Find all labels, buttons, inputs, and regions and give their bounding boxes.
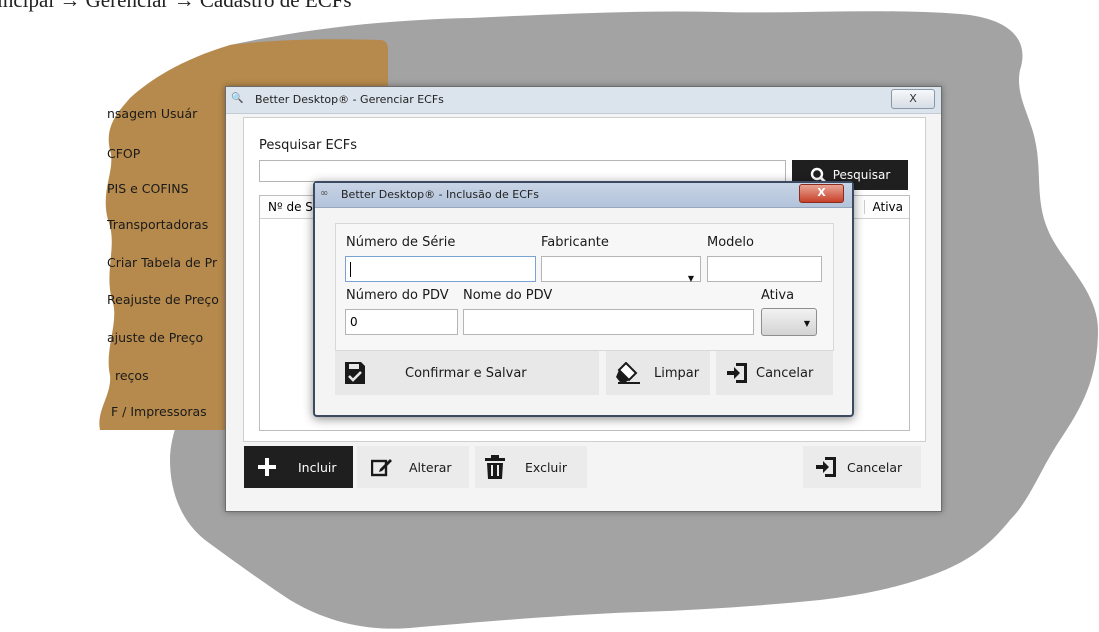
excluir-label: Excluir	[525, 459, 567, 475]
incluir-label: Incluir	[298, 459, 337, 475]
dialog-app-icon: ∞	[320, 188, 329, 199]
sidebar-item-impressoras[interactable]: F / Impressoras	[111, 404, 233, 419]
nome-pdv-input[interactable]	[463, 309, 754, 335]
confirmar-salvar-label: Confirmar e Salvar	[405, 365, 527, 381]
inclusao-ecfs-dialog: ∞ Better Desktop® - Inclusão de ECFs X N…	[313, 181, 854, 417]
dialog-title: Better Desktop® - Inclusão de ECFs	[341, 188, 539, 201]
sidebar-item-pis-cofins[interactable]: PIS e COFINS	[107, 181, 229, 196]
plus-icon	[258, 458, 276, 476]
dialog-form-panel: Número de Série Fabricante ▼ Modelo Núme…	[335, 223, 834, 351]
numero-serie-label: Número de Série	[346, 235, 456, 250]
column-numero-serie[interactable]: Nº de S	[268, 200, 313, 214]
modelo-input[interactable]	[707, 256, 822, 282]
dialog-titlebar[interactable]: ∞ Better Desktop® - Inclusão de ECFs X	[315, 183, 852, 208]
app-icon: 🔍	[231, 93, 244, 104]
text-caret	[350, 262, 351, 277]
search-input[interactable]	[259, 160, 786, 182]
sidebar-item-reajuste-2[interactable]: ajuste de Preço	[107, 330, 229, 345]
excluir-button[interactable]: Excluir	[475, 446, 587, 488]
cancelar-dialog-label: Cancelar	[756, 365, 814, 381]
cancelar-main-button[interactable]: Cancelar	[803, 446, 921, 488]
column-ativa[interactable]: Ativa	[863, 200, 903, 214]
fabricante-select[interactable]: ▼	[541, 256, 701, 283]
edit-icon	[371, 459, 392, 477]
exit-door-icon	[816, 457, 836, 477]
dialog-close-button[interactable]: X	[799, 184, 844, 203]
exit-door-icon	[727, 363, 747, 383]
incluir-button[interactable]: Incluir	[244, 446, 353, 488]
save-check-icon	[345, 362, 365, 384]
sidebar-item-mensagem[interactable]: nsagem Usuár	[107, 106, 229, 121]
search-label: Pesquisar ECFs	[259, 138, 358, 153]
search-button-label: Pesquisar	[832, 168, 891, 182]
confirmar-salvar-button[interactable]: Confirmar e Salvar	[335, 351, 599, 395]
chevron-down-icon: ▼	[687, 274, 694, 283]
cancelar-dialog-button[interactable]: Cancelar	[716, 351, 833, 395]
numero-serie-input[interactable]	[345, 256, 536, 282]
alterar-button[interactable]: Alterar	[357, 446, 469, 488]
main-close-button[interactable]: X	[891, 89, 935, 109]
modelo-label: Modelo	[707, 235, 754, 250]
eraser-icon	[616, 362, 640, 384]
numero-pdv-input[interactable]: 0	[345, 309, 458, 335]
sidebar-item-criar-tabela[interactable]: Criar Tabela de Pr	[107, 255, 229, 270]
numero-pdv-label: Número do PDV	[346, 288, 449, 303]
fabricante-label: Fabricante	[541, 235, 609, 250]
nome-pdv-label: Nome do PDV	[463, 288, 553, 303]
alterar-label: Alterar	[409, 459, 452, 475]
sidebar-item-cfop[interactable]: CFOP	[107, 146, 229, 161]
limpar-label: Limpar	[654, 365, 700, 381]
ativa-select[interactable]: ▼	[761, 308, 817, 336]
main-titlebar[interactable]: 🔍 Better Desktop® - Gerenciar ECFs X	[226, 87, 941, 114]
trash-icon	[485, 455, 505, 479]
sidebar-item-precos[interactable]: reços	[115, 368, 237, 383]
cancelar-main-label: Cancelar	[847, 459, 903, 475]
ativa-chevron-down-icon: ▼	[803, 319, 810, 328]
limpar-button[interactable]: Limpar	[606, 351, 710, 395]
sidebar-item-reajuste-1[interactable]: Reajuste de Preço	[107, 292, 229, 307]
sidebar-item-transportadoras[interactable]: Transportadoras	[107, 217, 229, 232]
ativa-label: Ativa	[761, 288, 795, 303]
main-window-title: Better Desktop® - Gerenciar ECFs	[255, 93, 444, 106]
